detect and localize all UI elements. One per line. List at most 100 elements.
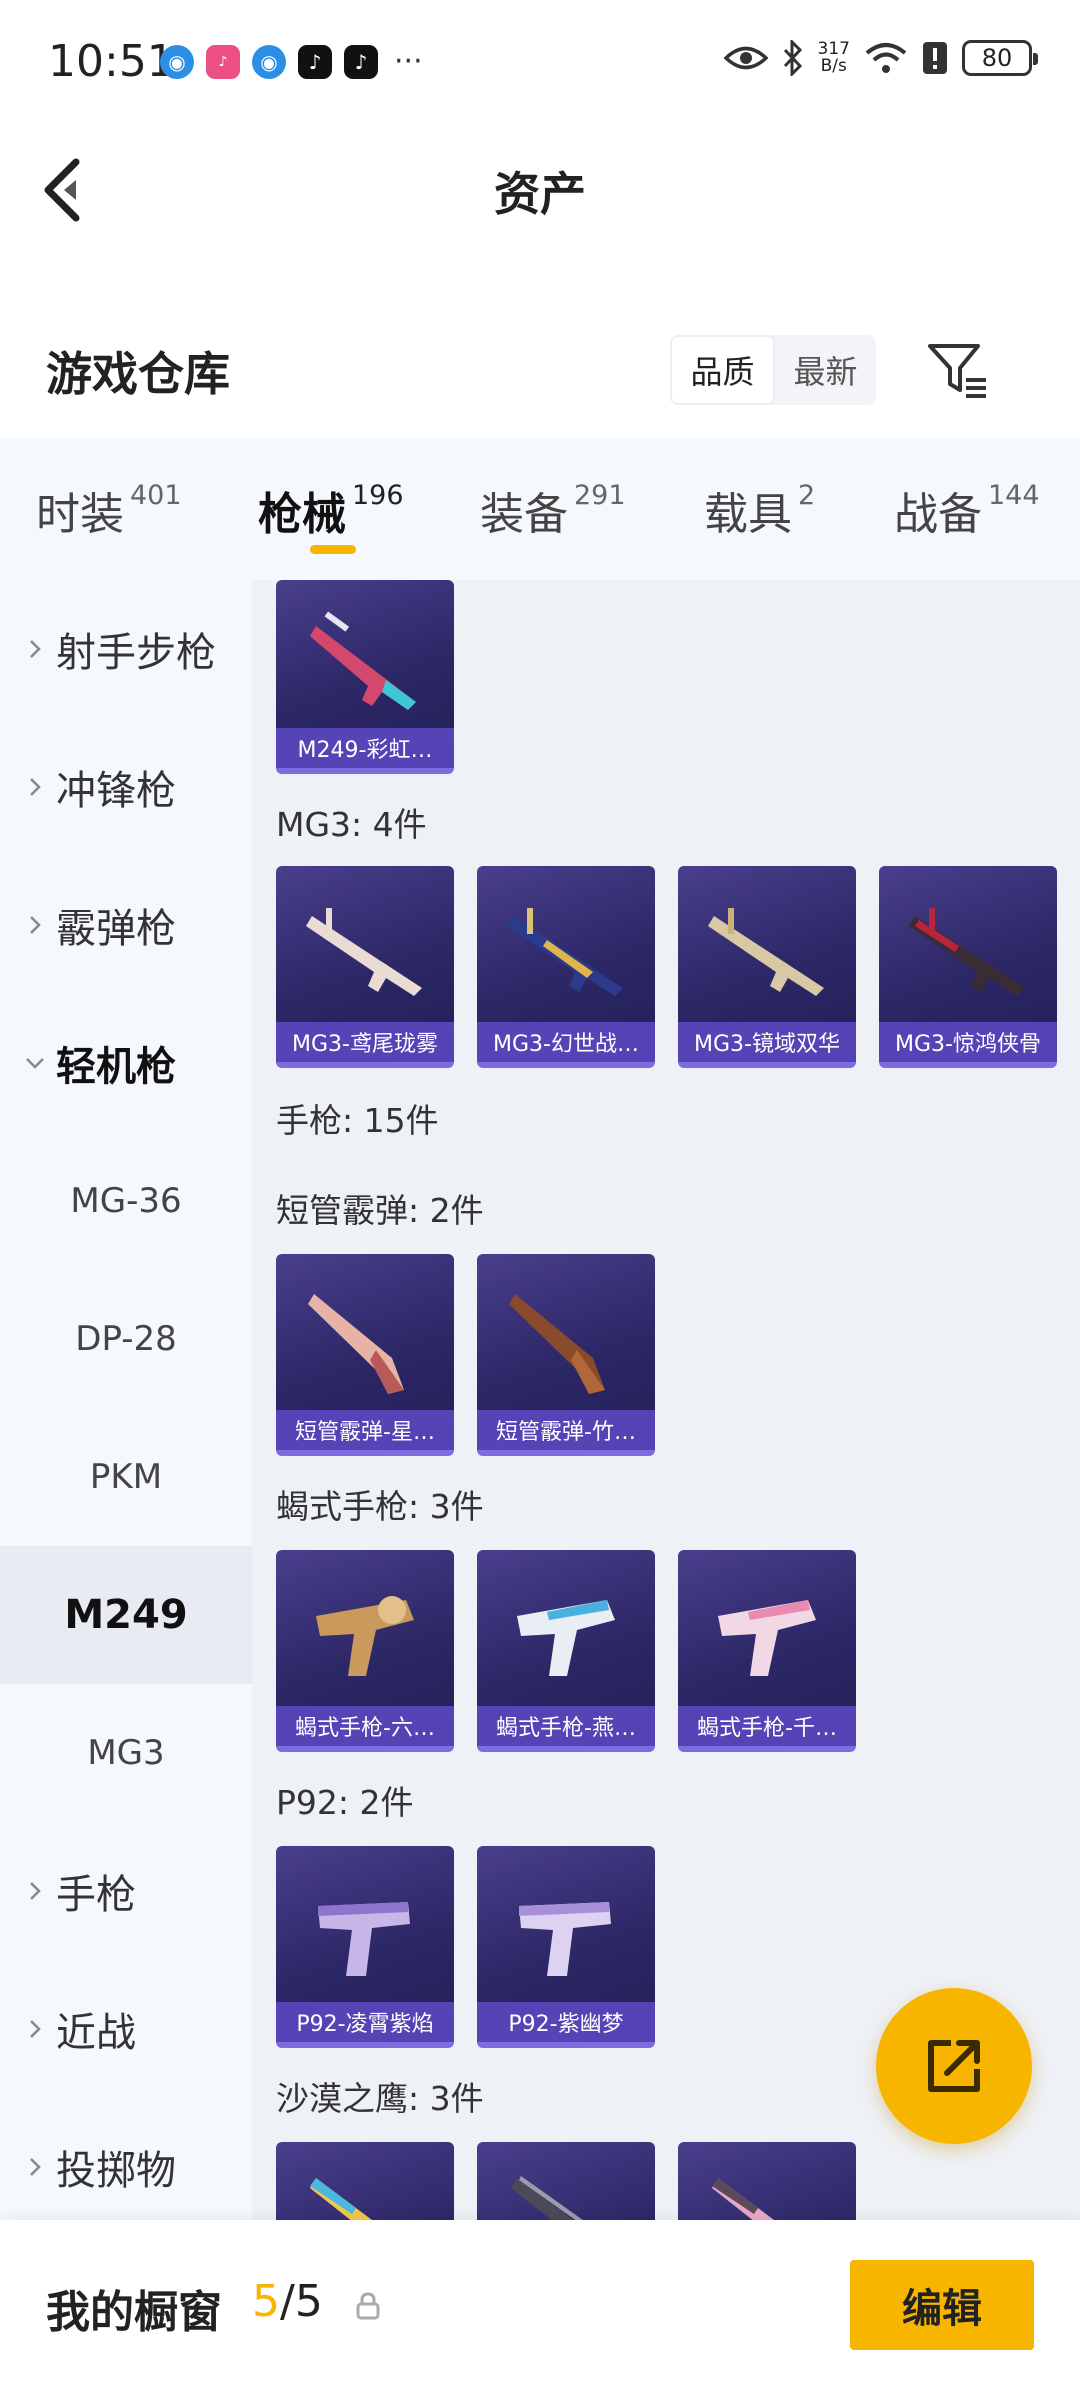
showcase-count: 5/5 [252, 2276, 323, 2327]
nav-item-throwables[interactable]: 投掷物 [0, 2098, 252, 2236]
item-grid: M249-彩虹… MG3: 4件 MG3-鸢尾珑雾 MG3-幻世战… MG3-镜… [252, 580, 1080, 2220]
chevron-right-icon [30, 916, 41, 934]
nav-item-lmg[interactable]: 轻机枪 [0, 994, 252, 1132]
scorpion-skin-image [718, 1600, 816, 1676]
showcase-title: 我的橱窗 [46, 2287, 222, 2338]
tab-supplies[interactable]: 战备 144 [894, 478, 1040, 542]
chevron-down-icon [26, 1058, 44, 1069]
nav-item-melee[interactable]: 近战 [0, 1960, 252, 2098]
sort-latest-option[interactable]: 最新 [775, 335, 876, 405]
battery-indicator: 80 [962, 40, 1038, 76]
net-speed: 317 B/s [818, 41, 850, 75]
tab-count: 291 [574, 480, 626, 511]
tab-fashion[interactable]: 时装 401 [36, 478, 182, 542]
item-card[interactable]: 蝎式手枪-六… [276, 1550, 454, 1752]
tiktok-icon-2: ♪ [344, 44, 378, 79]
share-button[interactable] [876, 1988, 1032, 2144]
nav-label: 射手步枪 [56, 630, 216, 676]
sort-quality-option[interactable]: 品质 [670, 335, 775, 405]
share-external-icon [928, 2040, 980, 2092]
nav-sub-dp28[interactable]: DP-28 [0, 1270, 252, 1408]
item-card[interactable]: 短管霰弹-竹… [477, 1254, 655, 1456]
nav-label: 近战 [56, 2010, 136, 2056]
status-bar: 10:51 ◉ ♪ ◉ ♪ ♪ ··· 317 B/s 80 [0, 0, 1080, 120]
edit-button[interactable]: 编辑 [850, 2260, 1034, 2350]
group-header-mg3: MG3: 4件 [276, 805, 427, 844]
lmg-skin-image [306, 908, 422, 996]
item-caption: 蝎式手枪-六… [276, 1706, 454, 1746]
item-card[interactable]: 短管霰弹-星… [276, 1254, 454, 1456]
tab-count: 144 [988, 480, 1040, 511]
active-tab-indicator [310, 545, 356, 554]
item-card[interactable] [477, 2142, 655, 2220]
tab-vehicles[interactable]: 载具 2 [704, 478, 815, 542]
nav-sub-mg3[interactable]: MG3 [0, 1684, 252, 1822]
shotgun-skin-image [509, 1294, 605, 1394]
pistol-skin-image [511, 2176, 583, 2220]
tiktok-icon: ♪ [298, 44, 332, 79]
tab-count: 401 [130, 480, 182, 511]
lofter-app-icon: ♪ [206, 44, 240, 79]
item-card[interactable]: P92-紫幽梦 [477, 1846, 655, 2048]
item-card[interactable]: 蝎式手枪-燕… [477, 1550, 655, 1752]
showcase-total: /5 [280, 2276, 323, 2327]
nav-label: 冲锋枪 [56, 768, 176, 814]
showcase-bar: 我的橱窗 5/5 编辑 [0, 2220, 1080, 2382]
item-caption: MG3-镜域双华 [678, 1022, 856, 1062]
group-header-short-shotgun: 短管霰弹: 2件 [276, 1191, 484, 1230]
nav-sub-mg36[interactable]: MG-36 [0, 1132, 252, 1270]
pistol-skin-image [318, 1902, 410, 1976]
pistol-skin-image [519, 1902, 611, 1976]
browser-app-icon-2: ◉ [252, 44, 286, 79]
tab-label: 装备 [480, 489, 568, 540]
lmg-skin-image [310, 611, 416, 710]
bluetooth-icon [783, 40, 802, 76]
item-caption: 短管霰弹-竹… [477, 1410, 655, 1450]
nav-item-pistol[interactable]: 手枪 [0, 1822, 252, 1960]
tab-label: 枪械 [258, 489, 346, 540]
tab-count: 2 [798, 480, 816, 511]
lmg-skin-image [909, 908, 1025, 996]
item-card[interactable]: MG3-惊鸿侠骨 [879, 866, 1057, 1068]
tab-label: 载具 [704, 489, 792, 540]
item-caption: 短管霰弹-星… [276, 1410, 454, 1450]
nav-sub-m249[interactable]: M249 [0, 1546, 252, 1684]
tab-equipment[interactable]: 装备 291 [480, 478, 626, 542]
chevron-right-icon [30, 2020, 41, 2038]
item-card[interactable]: 蝎式手枪-千… [678, 1550, 856, 1752]
group-header-pistol: 手枪: 15件 [276, 1101, 439, 1140]
nav-item-smg[interactable]: 冲锋枪 [0, 718, 252, 856]
item-caption: 蝎式手枪-千… [678, 1706, 856, 1746]
notification-icons: ◉ ♪ ◉ ♪ ♪ ··· [160, 44, 423, 79]
item-card[interactable]: M249-彩虹… [276, 580, 454, 774]
nav-sub-pkm[interactable]: PKM [0, 1408, 252, 1546]
item-caption: P92-紫幽梦 [477, 2002, 655, 2042]
item-card[interactable] [678, 2142, 856, 2220]
group-header-desert-eagle: 沙漠之鹰: 3件 [276, 2079, 484, 2118]
item-card[interactable]: P92-凌霄紫焰 [276, 1846, 454, 2048]
tab-label: 战备 [894, 489, 982, 540]
chevron-right-icon [30, 1882, 41, 1900]
scorpion-skin-image [517, 1600, 615, 1676]
system-icons: 317 B/s 80 [723, 40, 1038, 76]
weapon-category-nav: 射手步枪 冲锋枪 霰弹枪 轻机枪 MG-36 DP-28 PKM M249 MG… [0, 580, 252, 2220]
pistol-skin-image [712, 2178, 774, 2220]
tab-firearms[interactable]: 枪械 196 [258, 478, 404, 542]
item-card[interactable] [276, 2142, 454, 2220]
item-caption: MG3-幻世战… [477, 1022, 655, 1062]
warehouse-title: 游戏仓库 [46, 347, 230, 401]
showcase-current: 5 [252, 2276, 280, 2327]
item-card[interactable]: MG3-鸢尾珑雾 [276, 866, 454, 1068]
wifi-icon [865, 43, 907, 73]
item-card[interactable]: MG3-镜域双华 [678, 866, 856, 1068]
item-caption: MG3-惊鸿侠骨 [879, 1022, 1057, 1062]
chevron-right-icon [30, 778, 41, 796]
pistol-skin-image [310, 2178, 372, 2220]
more-notifications-icon: ··· [394, 44, 423, 79]
nav-item-shotgun[interactable]: 霰弹枪 [0, 856, 252, 994]
item-card[interactable]: MG3-幻世战… [477, 866, 655, 1068]
shotgun-skin-image [308, 1294, 404, 1394]
nav-item-marksman-rifle[interactable]: 射手步枪 [0, 580, 252, 718]
filter-icon[interactable] [926, 340, 990, 400]
chevron-right-icon [30, 640, 41, 658]
